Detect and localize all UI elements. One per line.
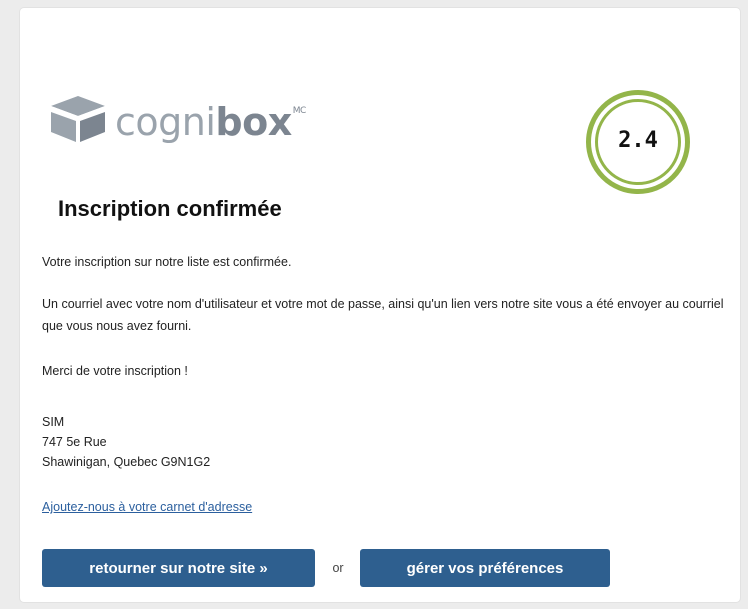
email-card: cogniboxMC 2.4 Inscription confirmée Vot…: [20, 8, 740, 602]
logo-wordmark: cogniboxMC: [115, 100, 306, 144]
version-badge: 2.4: [586, 90, 690, 194]
address-line-3: Shawinigan, Quebec G9N1G2: [42, 455, 211, 469]
page-title: Inscription confirmée: [58, 196, 282, 221]
manage-preferences-button[interactable]: gérer vos préférences: [360, 549, 610, 587]
cognibox-logo: cogniboxMC: [47, 88, 307, 148]
thank-you-text: Merci de votre inscription !: [42, 364, 188, 378]
cube-logo-icon: [51, 96, 105, 142]
or-separator: or: [332, 561, 344, 575]
address-line-2: 747 5e Rue: [42, 435, 107, 449]
postal-address: SIM 747 5e Rue Shawinigan, Quebec G9N1G2: [42, 412, 210, 472]
address-line-1: SIM: [42, 415, 65, 429]
credentials-info-text: Un courriel avec votre nom d'utilisateur…: [42, 297, 724, 333]
address-book-link[interactable]: Ajoutez-nous à votre carnet d'adresse: [42, 500, 252, 514]
logo-text-box: box: [215, 100, 292, 144]
logo-text-cogni: cogni: [115, 100, 216, 144]
logo-trademark: MC: [292, 106, 307, 116]
badge-label: 2.4: [618, 128, 658, 153]
back-to-site-button[interactable]: retourner sur notre site »: [42, 549, 315, 587]
confirmation-text: Votre inscription sur notre liste est co…: [42, 255, 292, 269]
